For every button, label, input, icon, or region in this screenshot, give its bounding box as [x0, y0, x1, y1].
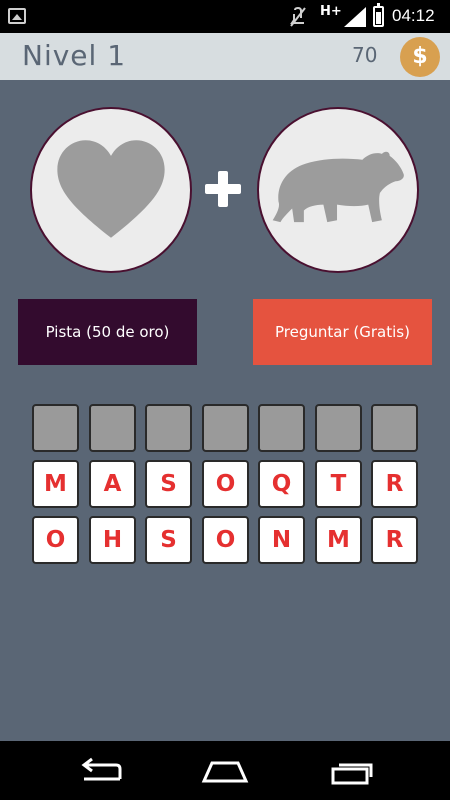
coin-symbol: $ [412, 44, 428, 69]
answer-slot[interactable] [89, 404, 136, 452]
level-header: Nivel 1 70 $ [0, 33, 450, 80]
network-type: H+ [320, 4, 342, 19]
letter-tile[interactable]: A [89, 460, 136, 508]
hint-button[interactable]: Pista (50 de oro) [18, 299, 197, 365]
letter-tile[interactable]: N [258, 516, 305, 564]
letter-tile[interactable]: O [32, 516, 79, 564]
answer-slot[interactable] [32, 404, 79, 452]
ask-button[interactable]: Preguntar (Gratis) [253, 299, 432, 365]
letter-tile[interactable]: S [145, 460, 192, 508]
signal-icon [344, 7, 366, 27]
home-icon[interactable] [200, 757, 250, 787]
bear-icon [272, 151, 404, 223]
heart-icon [57, 140, 165, 238]
coin-icon[interactable]: $ [400, 37, 440, 77]
letter-tile[interactable]: R [371, 516, 418, 564]
letter-tile[interactable]: O [202, 460, 249, 508]
letter-tile[interactable]: O [202, 516, 249, 564]
back-icon[interactable] [76, 757, 126, 787]
letter-tile[interactable]: M [315, 516, 362, 564]
letter-tile[interactable]: T [315, 460, 362, 508]
letter-tile[interactable]: Q [258, 460, 305, 508]
letter-tile[interactable]: M [32, 460, 79, 508]
answer-slot[interactable] [258, 404, 305, 452]
navigation-bar [0, 741, 450, 800]
mute-icon [289, 6, 307, 28]
letter-row-1: M A S O Q T R [32, 460, 420, 508]
answer-slots [32, 404, 420, 452]
level-title: Nivel 1 [22, 39, 127, 72]
letter-tile[interactable]: R [371, 460, 418, 508]
letter-row-2: O H S O N M R [32, 516, 420, 564]
answer-slot[interactable] [371, 404, 418, 452]
clue-image-2 [257, 107, 419, 273]
clue-image-1 [30, 107, 192, 273]
coin-count: 70 [352, 43, 378, 67]
answer-slot[interactable] [202, 404, 249, 452]
clock: 04:12 [392, 6, 435, 25]
answer-slot[interactable] [145, 404, 192, 452]
status-bar: H+ 04:12 [0, 0, 450, 33]
answer-slot[interactable] [315, 404, 362, 452]
recent-apps-icon[interactable] [327, 757, 377, 787]
letter-tile[interactable]: H [89, 516, 136, 564]
letter-tile[interactable]: S [145, 516, 192, 564]
battery-icon [373, 3, 384, 27]
plus-icon [205, 171, 241, 207]
gallery-notification-icon [8, 8, 26, 24]
